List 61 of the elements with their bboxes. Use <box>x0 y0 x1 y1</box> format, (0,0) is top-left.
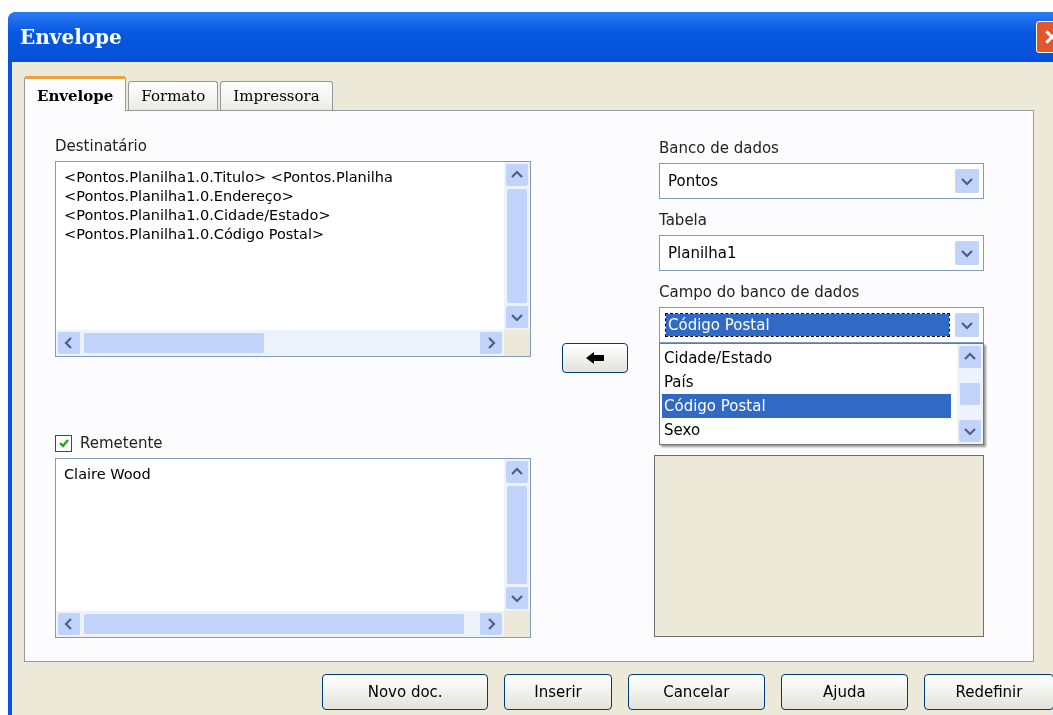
tab[interactable]: Impressora <box>220 81 333 110</box>
scrollbar-corner <box>504 611 530 637</box>
horizontal-scrollbar[interactable] <box>56 611 504 637</box>
text-line: <Pontos.Planilha1.0.Cidade/Estado> <box>64 206 332 225</box>
text-line: <Pontos.Planilha1.0.Código Postal> <box>64 225 326 244</box>
scroll-thumb[interactable] <box>84 333 264 353</box>
check-icon <box>57 437 70 449</box>
dropdown-value: Pontos <box>667 171 720 192</box>
dropdown-value: Planilha1 <box>667 243 738 264</box>
tab[interactable]: Envelope <box>24 76 127 111</box>
dialog-button[interactable]: Cancelar <box>627 674 765 710</box>
checkbox[interactable] <box>55 434 72 452</box>
chevron-down-icon[interactable] <box>955 169 979 193</box>
chevron-up-icon[interactable] <box>506 461 528 483</box>
scroll-thumb[interactable] <box>507 486 527 584</box>
chevron-down-icon[interactable] <box>506 587 528 609</box>
text-line: Claire Wood <box>64 465 152 484</box>
horizontal-scrollbar[interactable] <box>56 330 504 356</box>
text-line: <Pontos.Planilha1.0.Titulo> <Pontos.Planilha <box>64 168 394 187</box>
scroll-thumb[interactable] <box>84 614 464 634</box>
dropdown-field[interactable]: Pontos <box>659 163 984 199</box>
chevron-right-icon[interactable] <box>480 613 502 635</box>
vertical-scrollbar[interactable] <box>957 344 983 444</box>
checkbox-label[interactable]: Remetente <box>80 434 163 452</box>
field-label: Destinatário <box>55 137 148 155</box>
insert-field-button[interactable] <box>562 343 628 373</box>
scroll-thumb[interactable] <box>507 189 527 303</box>
field-label: Banco de dados <box>659 139 780 157</box>
dropdown-value: Código Postal <box>666 314 949 336</box>
scrollbar-corner <box>504 330 530 356</box>
dropdown-field[interactable]: Planilha1 <box>659 235 984 271</box>
chevron-left-icon[interactable] <box>58 613 80 635</box>
chevron-down-icon[interactable] <box>959 420 981 442</box>
vertical-scrollbar[interactable] <box>504 459 530 611</box>
text-line: <Pontos.Planilha1.0.Endereço> <box>64 187 295 206</box>
dropdown-option[interactable]: Cidade/Estado <box>662 346 951 370</box>
scroll-thumb[interactable] <box>960 383 980 405</box>
dropdown-option[interactable]: País <box>662 370 951 394</box>
chevron-down-icon[interactable] <box>955 313 979 337</box>
chevron-up-icon[interactable] <box>959 346 981 368</box>
chevron-right-icon[interactable] <box>480 332 502 354</box>
dropdown-option[interactable]: Código Postal <box>662 394 951 418</box>
chevron-down-icon[interactable] <box>955 241 979 265</box>
dialog-button[interactable]: Novo doc. <box>322 674 489 710</box>
chevron-left-icon[interactable] <box>58 332 80 354</box>
dropdown-list[interactable]: Cidade/Estado País Código Postal Sexo <box>659 343 984 445</box>
chevron-up-icon[interactable] <box>506 164 528 186</box>
arrow-left-icon <box>585 351 605 365</box>
dialog-button[interactable]: Inserir <box>504 674 612 710</box>
vertical-scrollbar[interactable] <box>504 162 530 330</box>
recipient-text-area[interactable]: <Pontos.Planilha1.0.Titulo> <Pontos.Planilha <Pontos.Planilha1.0.Endereço> <Pontos.Planilha1.0.Cidade/Estado> <Pontos.Planilha1.0.Código Postal> <box>55 161 531 357</box>
field-label: Tabela <box>659 211 708 229</box>
dropdown-field[interactable]: Código Postal <box>659 307 984 343</box>
dialog-button[interactable]: Redefinir <box>923 674 1053 710</box>
dropdown-option[interactable]: Sexo <box>662 418 951 442</box>
window-title: Envelope <box>20 25 122 49</box>
dialog-button[interactable]: Ajuda <box>780 674 908 710</box>
chevron-down-icon[interactable] <box>506 306 528 328</box>
tab[interactable]: Formato <box>128 81 219 110</box>
sender-text-area[interactable]: Claire Wood <box>55 458 531 638</box>
field-label: Campo do banco de dados <box>659 283 861 301</box>
